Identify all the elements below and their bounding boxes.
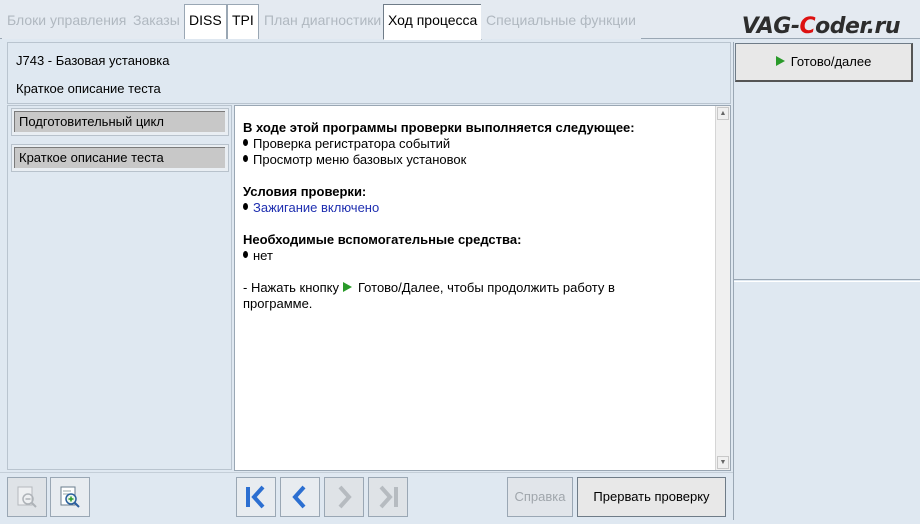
watermark-part3: oder.ru [815,14,900,39]
watermark-part2: C [799,14,816,39]
tab-control-units[interactable]: Блоки управления [2,4,132,39]
zoom-out-icon [17,486,37,508]
play-icon [775,56,785,66]
test-subtitle: Краткое описание теста [16,81,161,96]
zoom-in-button[interactable] [50,477,90,517]
tab-diagnostic-plan[interactable]: План диагностики [259,4,387,39]
step-label: Подготовительный цикл [14,111,225,132]
tab-bar: Блоки управления Заказы DISS TPI План ди… [0,0,920,40]
test-header: J743 - Базовая установка Краткое описани… [7,42,731,104]
step-item-preparation[interactable]: Подготовительный цикл [11,108,229,136]
tab-special-functions[interactable]: Специальные функции [481,4,641,39]
condition-link[interactable]: Зажигание включено [253,200,379,216]
previous-icon [292,485,306,509]
scroll-down-icon[interactable]: ▼ [717,456,729,469]
list-item-text: Просмотр меню базовых установок [253,152,467,167]
first-icon [246,485,265,509]
divider [734,281,920,282]
test-description-panel: В ходе этой программы проверки выполняет… [234,105,731,471]
section-heading: В ходе этой программы проверки выполняет… [243,120,635,135]
watermark: VAG-Coder.ru [741,14,901,39]
description-body: В ходе этой программы проверки выполняет… [243,120,713,312]
instruction-after: Готово/Далее, чтобы продолжить работу в [358,280,615,295]
tab-process[interactable]: Ход процесса [383,4,483,40]
right-panel: Готово/далее [733,42,920,520]
list-item: Просмотр меню базовых установок [243,152,713,168]
abort-test-button[interactable]: Прервать проверку [577,477,726,517]
list-item-text: Проверка регистратора событий [253,136,451,151]
list-item: нет [243,248,713,264]
bottom-toolbar: Справка Прервать проверку [0,472,733,524]
last-icon [379,485,398,509]
test-title: J743 - Базовая установка [16,53,170,68]
next-icon [338,485,352,509]
bullet-icon [243,251,248,258]
done-next-button[interactable]: Готово/далее [735,43,913,82]
next-button[interactable] [324,477,364,517]
watermark-part1: VAG- [741,14,800,39]
zoom-in-icon [60,486,80,508]
list-item: Проверка регистратора событий [243,136,713,152]
tab-diss[interactable]: DISS [184,4,227,39]
instruction-text: - Нажать кнопку Готово/Далее, чтобы продо… [243,280,713,312]
first-button[interactable] [236,477,276,517]
instruction-before: - Нажать кнопку [243,280,340,295]
list-item: Зажигание включено [243,200,713,216]
tab-tpi[interactable]: TPI [227,4,259,39]
last-button[interactable] [368,477,408,517]
done-next-label: Готово/далее [790,54,872,69]
zoom-out-button[interactable] [7,477,47,517]
list-item-text: нет [253,248,273,263]
section-heading: Необходимые вспомогательные средства: [243,232,522,247]
instruction-line2: программе. [243,296,313,311]
bullet-icon [243,203,248,210]
bullet-icon [243,139,248,146]
steps-panel: Подготовительный цикл Краткое описание т… [7,105,232,470]
help-button[interactable]: Справка [507,477,573,517]
step-label: Краткое описание теста [14,147,225,168]
divider [734,279,920,280]
scroll-up-icon[interactable]: ▲ [717,107,729,120]
bullet-icon [243,155,248,162]
previous-button[interactable] [280,477,320,517]
tab-orders[interactable]: Заказы [128,4,185,39]
play-icon [343,282,353,292]
section-heading: Условия проверки: [243,184,367,199]
vertical-scrollbar[interactable]: ▲ ▼ [715,106,730,470]
step-item-description[interactable]: Краткое описание теста [11,144,229,172]
